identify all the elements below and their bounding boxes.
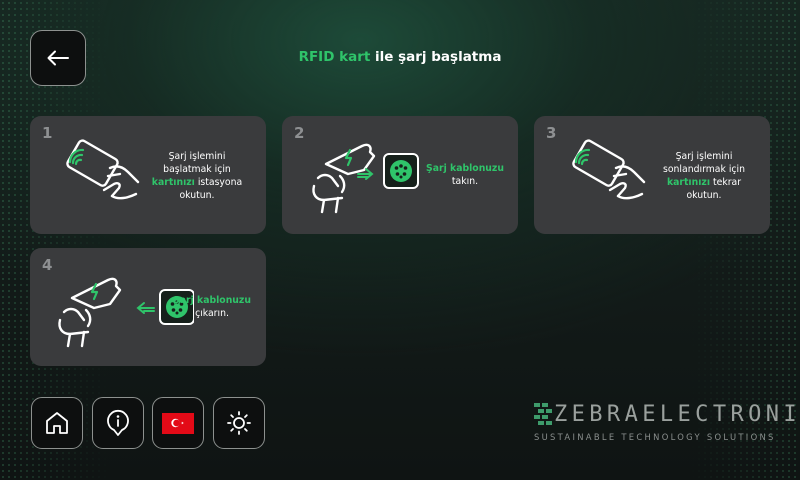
step-number: 2 (294, 124, 305, 142)
step-text-line: Şarj işlemini (168, 151, 226, 162)
step-card-4: 4 Şarj kablonuzu çıkarın. (30, 248, 266, 366)
home-icon (46, 412, 68, 434)
step-highlight: Şarj kablonuzu (173, 295, 251, 306)
turkish-flag-icon (162, 412, 194, 434)
home-button[interactable] (31, 397, 83, 449)
info-icon (107, 410, 129, 436)
step-text-line: kartınızı tekrar (646, 176, 762, 189)
logo-name: ZEBRAELECTRONICS (554, 402, 800, 427)
step-text-line: başlatmak için (163, 164, 231, 175)
language-button[interactable] (152, 397, 204, 449)
step-text: Şarj işlemini sonlandırmak için kartınız… (646, 150, 762, 202)
step-highlight: kartınızı (151, 177, 195, 188)
page-title: RFID kart ile şarj başlatma (0, 49, 800, 65)
zebra-electronics-logo: ZEBRAELECTRONICS SUSTAINABLE TECHNOLOGY … (532, 402, 800, 446)
step-text-after: istasyona (194, 177, 243, 188)
step-text-after: takın. (451, 176, 479, 187)
step-highlight: kartınızı (666, 177, 711, 188)
brightness-icon (227, 411, 251, 435)
step-text-line: kartınızı istasyona (142, 176, 252, 189)
logo-name-part1: ZEBRA (554, 402, 643, 427)
step-highlight: Şarj kablonuzu (426, 163, 504, 174)
step-text-after: tekrar (710, 177, 742, 188)
step-card-1: 1 Şarj işlemini başlatmak için kartınızı… (30, 116, 266, 234)
step-number: 3 (546, 124, 557, 142)
step-text: Şarj kablonuzu takın. (420, 162, 510, 188)
zebra-logo-icon (534, 403, 552, 425)
step-number: 4 (42, 256, 53, 274)
logo-tagline: SUSTAINABLE TECHNOLOGY SOLUTIONS (534, 432, 776, 442)
rfid-card-hand-icon (572, 139, 646, 200)
step-text: Şarj işlemini başlatmak için kartınızı i… (142, 150, 252, 202)
title-accent: RFID kart (298, 49, 371, 65)
brightness-button[interactable] (213, 397, 265, 449)
step-number: 1 (42, 124, 53, 142)
step-text-line: okutun. (686, 190, 722, 201)
rfid-card-hand-icon (66, 139, 140, 200)
title-rest: ile şarj başlatma (370, 49, 502, 65)
step-text-line: Şarj işlemini (675, 151, 733, 162)
info-button[interactable] (92, 397, 144, 449)
step-card-3: 3 Şarj işlemini sonlandırmak için kartın… (534, 116, 770, 234)
step-text-line: sonlandırmak için (662, 164, 745, 175)
step-text-after: çıkarın. (195, 308, 229, 319)
step-text-line: okutun. (179, 190, 215, 201)
step-text: Şarj kablonuzu çıkarın. (166, 294, 258, 320)
logo-name-part2: ELECTRONICS (642, 402, 800, 427)
step-card-2: 2 Şarj kablonuzu takın. (282, 116, 518, 234)
